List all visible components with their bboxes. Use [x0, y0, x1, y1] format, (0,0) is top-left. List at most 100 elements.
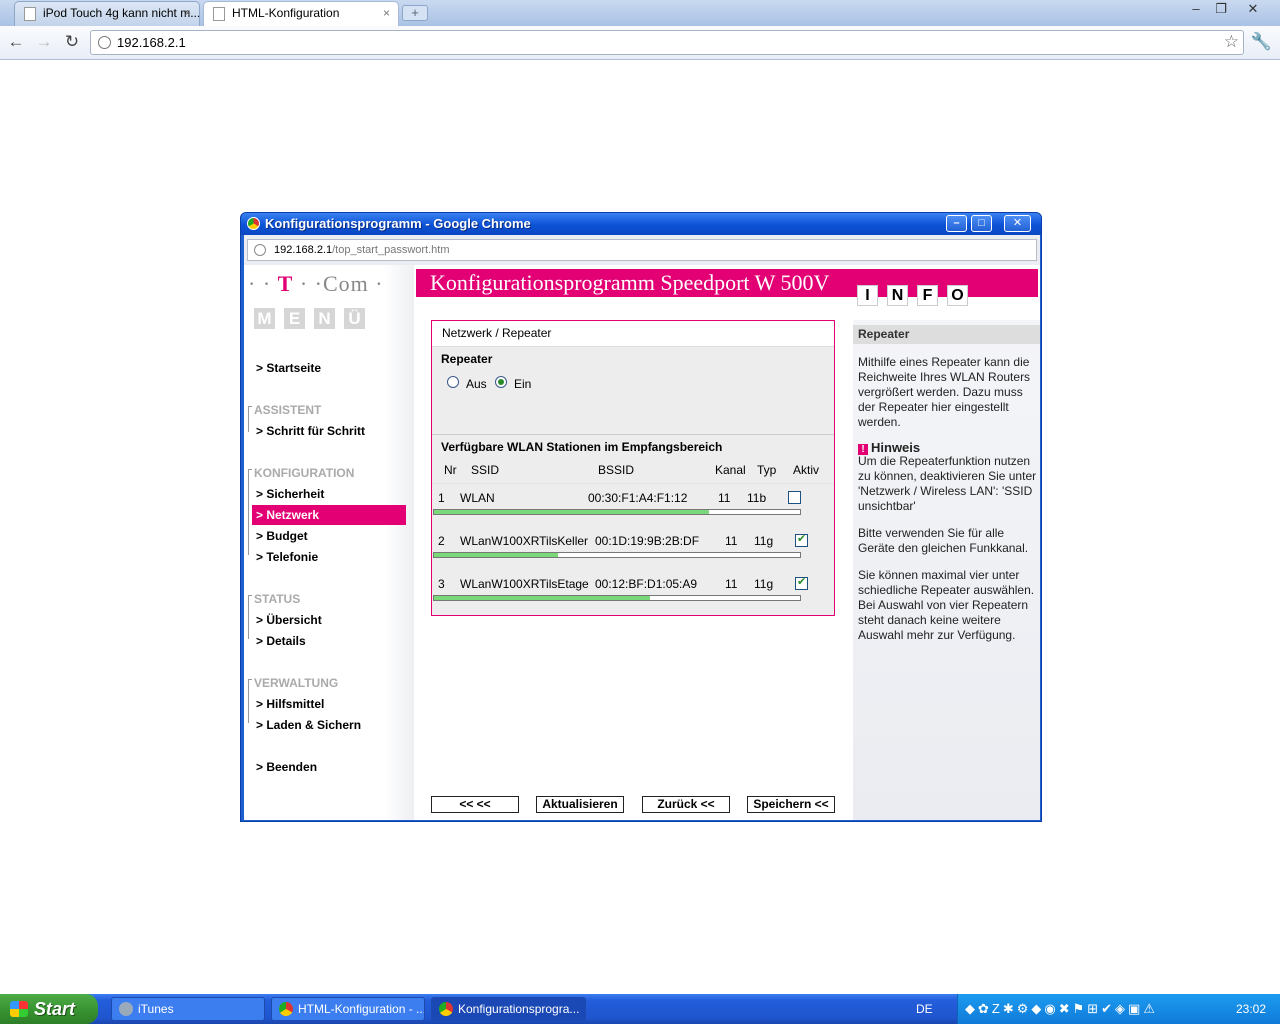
refresh-button[interactable]: Aktualisieren [536, 796, 624, 813]
menu-item-telefonie[interactable]: > Telefonie [252, 547, 406, 567]
taskbar-item-html-konfiguration[interactable]: HTML-Konfiguration - ... [271, 997, 425, 1021]
row-ssid: WLanW100XRTilsKeller [460, 534, 589, 548]
new-tab-button[interactable]: + [402, 5, 428, 21]
menu-heading-assistent: ASSISTENT [254, 403, 322, 417]
menu-heading-status: STATUS [254, 592, 301, 606]
signal-strength-fill [434, 596, 650, 600]
info-column: Repeater Mithilfe eines Repeater kann di… [853, 320, 1040, 820]
col-header-typ: Typ [757, 463, 777, 477]
popup-address-bar[interactable]: 192.168.2.1/top_start_passwort.htm [247, 239, 1037, 261]
header-banner: Konfigurationsprogramm Speedport W 500V [416, 269, 1038, 297]
signal-strength-fill [434, 553, 559, 557]
radio-aus-label: Aus [466, 377, 487, 391]
chrome-icon [247, 217, 260, 230]
tray-icons[interactable]: ◆✿Z✱⚙◆◉✖⚑⊞✔◈▣⚠ [965, 1001, 1158, 1017]
windows-logo-icon [10, 1001, 28, 1017]
taskbar: Start iTunes HTML-Konfiguration - ... Ko… [0, 994, 1280, 1024]
menu-heading-verwaltung: VERWALTUNG [254, 676, 339, 690]
menu-letter-m: M [254, 308, 275, 329]
page-icon [24, 7, 36, 21]
menu-item-budget[interactable]: > Budget [252, 526, 406, 546]
row-typ: 11b [747, 491, 767, 505]
language-indicator[interactable]: DE [916, 1002, 933, 1016]
repeater-label: Repeater [441, 352, 493, 366]
popup-close-button[interactable]: ✕ [1004, 215, 1031, 232]
back-all-button[interactable]: << << [431, 796, 519, 813]
close-icon[interactable]: × [383, 2, 390, 25]
col-header-nr: Nr [444, 463, 457, 477]
page-icon [213, 7, 225, 21]
info-letter-f: F [917, 285, 938, 306]
t-com-logo: · · T · ·Com · [248, 271, 384, 296]
clock[interactable]: 23:02 [1236, 1002, 1266, 1016]
row-kanal: 11 [725, 534, 738, 548]
menu-item-netzwerk[interactable]: > Netzwerk [252, 505, 406, 525]
menu-item-uebersicht[interactable]: > Übersicht [252, 610, 406, 630]
row-aktiv-checkbox[interactable] [795, 532, 808, 547]
menu-item-sicherheit[interactable]: > Sicherheit [252, 484, 406, 504]
maximize-button[interactable]: ❐ [1208, 0, 1234, 18]
menu-item-schritt-fuer-schritt[interactable]: > Schritt für Schritt [252, 421, 406, 441]
page-title: Konfigurationsprogramm Speedport W 500V [430, 270, 830, 295]
row-typ: 11g [754, 577, 774, 591]
minimize-button[interactable]: – [1183, 0, 1209, 18]
menu-item-beenden[interactable]: > Beenden [252, 757, 406, 777]
back-button[interactable]: Zurück << [642, 796, 730, 813]
row-ssid: WLanW100XRTilsEtage [460, 577, 589, 591]
row-typ: 11g [754, 534, 774, 548]
menu-letter-e: E [284, 308, 305, 329]
menu-item-laden-sichern[interactable]: > Laden & Sichern [252, 715, 406, 735]
page-body: · · T · ·Com · M E N Ü > Startseite ASSI… [244, 265, 1040, 820]
info-heading: Repeater [853, 325, 1040, 344]
info-letter-o: O [947, 285, 968, 306]
reload-button[interactable]: ↻ [61, 32, 83, 54]
globe-icon [98, 36, 111, 49]
col-header-ssid: SSID [471, 463, 500, 477]
signal-strength-bar [433, 509, 801, 515]
chrome-icon [279, 1002, 293, 1016]
popup-minimize-button[interactable]: – [946, 215, 967, 232]
address-bar[interactable]: 192.168.2.1 ☆ [90, 30, 1244, 55]
radio-ein[interactable] [495, 376, 507, 388]
address-host: 192.168.2.1 [274, 244, 333, 256]
itunes-icon [119, 1002, 133, 1016]
row-aktiv-checkbox[interactable] [788, 491, 801, 504]
row-aktiv-checkbox[interactable] [795, 575, 808, 590]
address-path: /top_start_passwort.htm [332, 244, 450, 256]
popup-maximize-button[interactable]: □ [971, 215, 992, 232]
tab-html-konfiguration[interactable]: HTML-Konfiguration × [203, 1, 399, 26]
wrench-icon[interactable]: 🔧 [1251, 32, 1272, 52]
popup-titlebar[interactable]: Konfigurationsprogramm - Google Chrome –… [241, 213, 1041, 235]
signal-strength-fill [434, 510, 709, 514]
bookmark-star-icon[interactable]: ☆ [1224, 32, 1239, 52]
col-header-kanal: Kanal [715, 463, 746, 477]
taskbar-item-konfigurationsprogramm[interactable]: Konfigurationsprogra... [431, 997, 586, 1021]
col-header-bssid: BSSID [598, 463, 635, 477]
divider [432, 434, 834, 435]
back-button[interactable]: ← [5, 32, 27, 54]
forward-button[interactable]: → [33, 32, 55, 54]
save-button[interactable]: Speichern << [747, 796, 835, 813]
signal-strength-bar [433, 595, 801, 601]
tab-strip: iPod Touch 4g kann nicht m... × HTML-Kon… [0, 0, 1280, 26]
chrome-icon [439, 1002, 453, 1016]
menu-item-details[interactable]: > Details [252, 631, 406, 651]
taskbar-item-itunes[interactable]: iTunes [111, 997, 265, 1021]
row-nr: 3 [438, 577, 445, 591]
start-button[interactable]: Start [0, 994, 98, 1024]
radio-aus[interactable] [447, 376, 459, 388]
tab-title: iPod Touch 4g kann nicht m... [43, 6, 200, 20]
tab-ipod[interactable]: iPod Touch 4g kann nicht m... × [14, 1, 200, 26]
close-icon[interactable]: × [184, 2, 191, 25]
info-paragraph: Mithilfe eines Repeater kann die Reichwe… [858, 355, 1031, 429]
repeater-panel: Netzwerk / Repeater Repeater Aus Ein Ver… [431, 320, 835, 616]
menu-column: · · T · ·Com · M E N Ü > Startseite ASSI… [244, 265, 414, 820]
menu-item-startseite[interactable]: > Startseite [252, 358, 406, 378]
menu-heading-konfiguration: KONFIGURATION [254, 466, 355, 480]
close-button[interactable]: ✕ [1240, 0, 1266, 18]
info-letter-i: I [857, 285, 878, 306]
divider [432, 483, 834, 484]
menu-letter-n: N [314, 308, 335, 329]
radio-ein-label: Ein [514, 377, 532, 391]
menu-item-hilfsmittel[interactable]: > Hilfsmittel [252, 694, 406, 714]
